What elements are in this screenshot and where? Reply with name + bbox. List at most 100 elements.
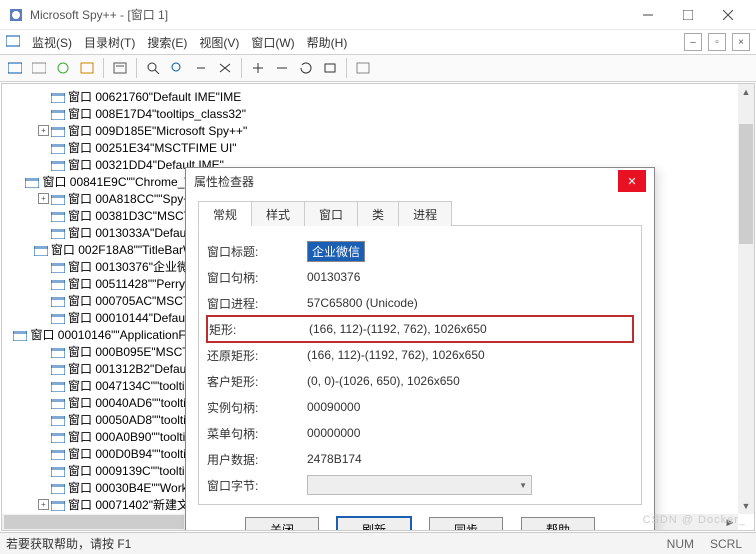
dialog-help-btn[interactable]: 帮助 [521, 517, 595, 531]
menu-item[interactable]: 窗口(W) [251, 34, 294, 51]
scroll-thumb[interactable] [739, 124, 753, 244]
tree-item-label: 窗口 008E17D4"tooltips_class32" [68, 105, 246, 122]
status-scrl: SCRL [702, 537, 750, 551]
dialog-close-btn[interactable]: 关闭 [245, 517, 319, 531]
window-icon [25, 177, 39, 187]
dialog-titlebar[interactable]: 属性检查器 ✕ [186, 168, 654, 194]
tree-row[interactable]: 窗口 00251E34"MSCTFIME UI" [4, 139, 260, 156]
window-icon [51, 296, 65, 306]
tree-spacer [38, 227, 49, 238]
tool-options-icon[interactable] [319, 57, 341, 79]
tree-row[interactable]: 窗口 008E17D4"tooltips_class32" [4, 105, 260, 122]
process-value: 57C65800 (Unicode) [307, 296, 418, 310]
menubar: 监视(S) 目录树(T) 搜索(E) 视图(V) 窗口(W) 帮助(H) – ▫… [0, 30, 756, 54]
window-title-value[interactable]: 企业微信 [307, 241, 365, 262]
dialog-refresh-btn[interactable]: 刷新 [337, 517, 411, 531]
tool-windows-icon[interactable] [4, 57, 26, 79]
maximize-button[interactable] [668, 1, 708, 29]
expand-icon[interactable]: + [38, 125, 49, 136]
tool-log-icon[interactable] [109, 57, 131, 79]
toolbar [0, 54, 756, 82]
tree-row[interactable]: 窗口 00621760"Default IME"IME [4, 88, 260, 105]
dialog-sync-btn[interactable]: 同步 [429, 517, 503, 531]
mdi-minimize-button[interactable]: – [684, 33, 702, 51]
close-button[interactable] [708, 1, 748, 29]
tree-spacer [38, 397, 49, 408]
tree-item-label: 窗口 00251E34"MSCTFIME UI" [68, 139, 237, 156]
scroll-right-icon[interactable]: ▶ [722, 514, 738, 530]
dialog-tabs: 常规 样式 窗口 类 进程 [198, 200, 642, 226]
menu-label: 菜单句柄: [207, 425, 307, 442]
expand-icon[interactable]: + [38, 499, 49, 510]
tool-refresh-icon[interactable] [295, 57, 317, 79]
menu-item[interactable]: 搜索(E) [147, 34, 187, 51]
tool-messages-icon[interactable] [76, 57, 98, 79]
window-title-label: 窗口标题: [207, 243, 307, 260]
tool-processes-icon[interactable] [28, 57, 50, 79]
tool-expand-icon[interactable] [247, 57, 269, 79]
tab-window[interactable]: 窗口 [304, 201, 358, 226]
titlebar: Microsoft Spy++ - [窗口 1] [0, 0, 756, 30]
window-icon [51, 279, 65, 289]
tree-item-label: 窗口 00621760"Default IME"IME [68, 88, 241, 105]
window-icon [51, 347, 65, 357]
mdi-close-button[interactable]: × [732, 33, 750, 51]
dialog-close-button[interactable]: ✕ [618, 170, 646, 192]
tree-spacer [25, 244, 32, 255]
tool-collapse-icon[interactable] [271, 57, 293, 79]
tree-spacer [38, 431, 49, 442]
tree-item-label: 窗口 009D185E"Microsoft Spy++" [68, 122, 247, 139]
rect-label: 矩形: [209, 321, 309, 338]
app-icon [8, 7, 24, 23]
mdi-restore-button[interactable]: ▫ [708, 33, 726, 51]
bytes-label: 窗口字节: [207, 477, 307, 494]
tree-item-label: 窗口 00A818CC""Spy++" [68, 190, 202, 207]
tab-general[interactable]: 常规 [198, 201, 252, 226]
process-label: 窗口进程: [207, 295, 307, 312]
mdi-doc-icon [6, 35, 20, 50]
window-icon [51, 364, 65, 374]
instance-value: 00090000 [307, 400, 360, 414]
scroll-up-icon[interactable]: ▲ [738, 84, 754, 100]
window-icon [51, 466, 65, 476]
bytes-combo[interactable]: ▼ [307, 475, 532, 495]
menu-item[interactable]: 监视(S) [32, 34, 72, 51]
tab-class[interactable]: 类 [357, 201, 399, 226]
scroll-thumb[interactable] [4, 515, 184, 529]
tool-find-icon[interactable] [166, 57, 188, 79]
userdata-label: 用户数据: [207, 451, 307, 468]
tree-spacer [10, 329, 12, 340]
menu-item[interactable]: 帮助(H) [307, 34, 348, 51]
vertical-scrollbar[interactable]: ▲ ▼ [738, 84, 754, 514]
tab-process[interactable]: 进程 [398, 201, 452, 226]
scroll-down-icon[interactable]: ▼ [738, 498, 754, 514]
tree-spacer [38, 482, 49, 493]
tab-styles[interactable]: 样式 [251, 201, 305, 226]
window-icon [51, 92, 65, 102]
tree-spacer [38, 312, 49, 323]
handle-value: 00130376 [307, 270, 360, 284]
window-icon [51, 398, 65, 408]
client-rect-value: (0, 0)-(1026, 650), 1026x650 [307, 374, 460, 388]
tree-spacer [38, 159, 49, 170]
tool-clear-icon[interactable] [214, 57, 236, 79]
client-rect-label: 客户矩形: [207, 373, 307, 390]
tool-find-window-icon[interactable] [142, 57, 164, 79]
tree-spacer [19, 176, 24, 187]
window-icon [51, 194, 65, 204]
tool-threads-icon[interactable] [52, 57, 74, 79]
tool-font-icon[interactable] [352, 57, 374, 79]
tree-row[interactable]: + 窗口 009D185E"Microsoft Spy++" [4, 122, 260, 139]
chevron-down-icon: ▼ [519, 481, 527, 490]
expand-icon[interactable]: + [38, 193, 49, 204]
window-icon [51, 143, 65, 153]
tool-toggle-icon[interactable] [190, 57, 212, 79]
handle-label: 窗口句柄: [207, 269, 307, 286]
client-area: 窗口 00621760"Default IME"IME窗口 008E17D4"t… [1, 83, 755, 531]
tree-spacer [38, 448, 49, 459]
window-icon [51, 415, 65, 425]
window-icon [51, 211, 65, 221]
menu-item[interactable]: 视图(V) [199, 34, 239, 51]
minimize-button[interactable] [628, 1, 668, 29]
menu-item[interactable]: 目录树(T) [84, 34, 135, 51]
